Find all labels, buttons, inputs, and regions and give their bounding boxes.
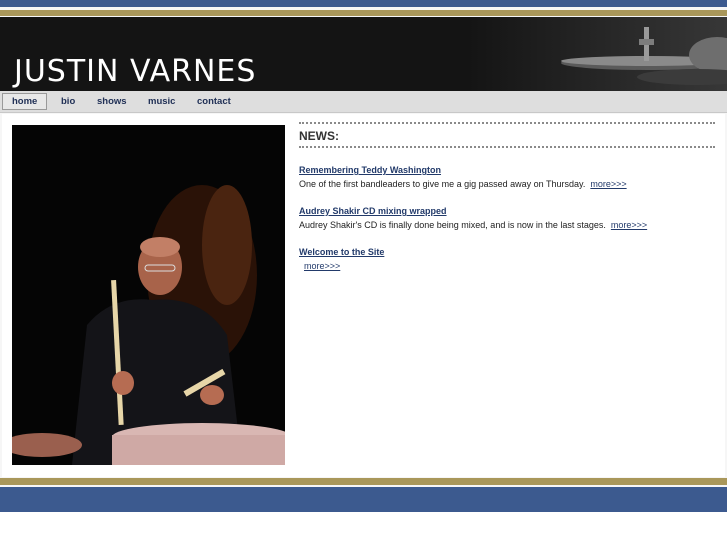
more-link[interactable]: more>>> bbox=[590, 179, 626, 189]
news-headline-link[interactable]: Remembering Teddy Washington bbox=[299, 164, 441, 176]
news-item: Welcome to the Site more>>> bbox=[299, 242, 715, 273]
news-body: Audrey Shakir's CD is finally done being… bbox=[299, 219, 715, 232]
news-body-text: One of the first bandleaders to give me … bbox=[299, 179, 586, 189]
news-headline-link[interactable]: Welcome to the Site bbox=[299, 246, 384, 258]
nav-home[interactable]: home bbox=[2, 93, 48, 110]
news-body: more>>> bbox=[299, 260, 715, 273]
bottom-gold-bar bbox=[0, 478, 727, 485]
site-title: JUSTIN VARNES bbox=[14, 54, 257, 89]
content-area: NEWS: Remembering Teddy Washington One o… bbox=[2, 114, 725, 477]
top-blue-bar bbox=[0, 0, 727, 7]
page: JUSTIN VARNES home bio shows music conta… bbox=[0, 0, 727, 512]
cymbal-icon bbox=[561, 27, 727, 85]
more-link[interactable]: more>>> bbox=[304, 261, 340, 271]
nav-shows[interactable]: shows bbox=[97, 94, 127, 109]
news-body-text: Audrey Shakir's CD is finally done being… bbox=[299, 220, 606, 230]
news-divider-top bbox=[299, 122, 715, 126]
bottom-blue-bar bbox=[0, 487, 727, 512]
news-item: Remembering Teddy Washington One of the … bbox=[299, 160, 715, 191]
news-divider-bottom bbox=[299, 146, 715, 150]
news-body: One of the first bandleaders to give me … bbox=[299, 178, 715, 191]
more-link[interactable]: more>>> bbox=[611, 220, 647, 230]
news-section: NEWS: Remembering Teddy Washington One o… bbox=[299, 122, 715, 273]
news-headline-link[interactable]: Audrey Shakir CD mixing wrapped bbox=[299, 205, 447, 217]
nav-contact[interactable]: contact bbox=[197, 94, 231, 109]
drummer-photo bbox=[12, 125, 285, 465]
nav-music[interactable]: music bbox=[148, 94, 175, 109]
news-item: Audrey Shakir CD mixing wrapped Audrey S… bbox=[299, 201, 715, 232]
main-nav: home bio shows music contact bbox=[0, 91, 727, 113]
news-title: NEWS: bbox=[299, 129, 339, 143]
nav-bio[interactable]: bio bbox=[61, 94, 75, 109]
top-gold-bar bbox=[0, 10, 727, 16]
header-banner: JUSTIN VARNES bbox=[0, 17, 727, 91]
